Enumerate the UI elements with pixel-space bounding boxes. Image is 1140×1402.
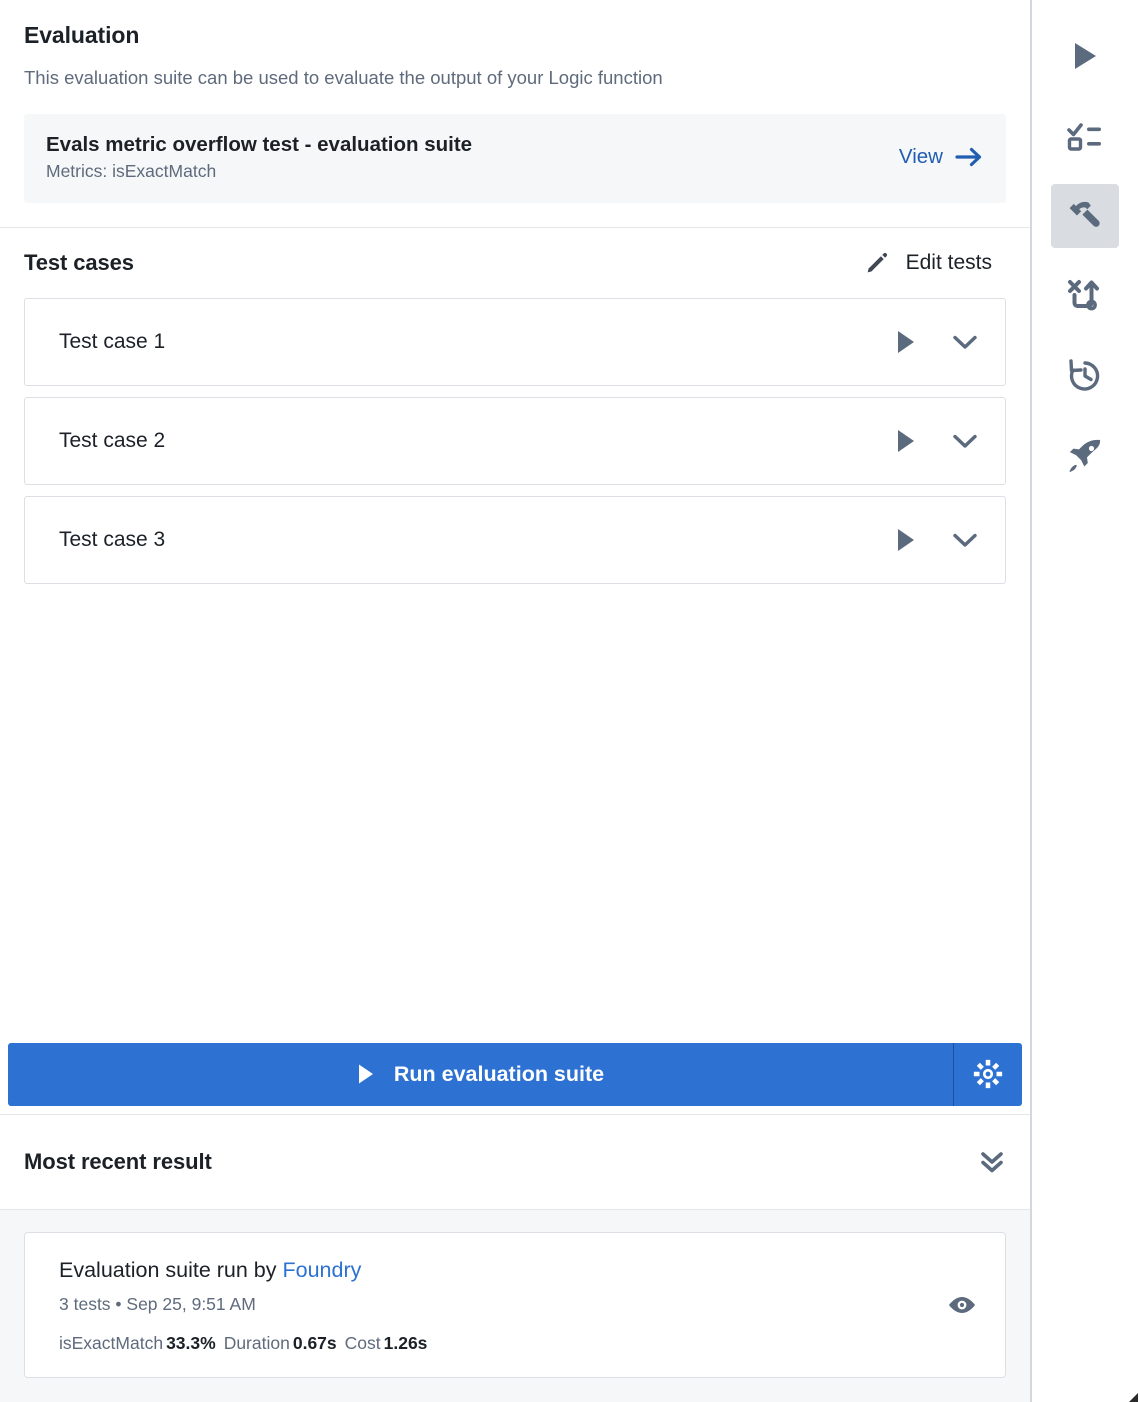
stat-label-duration: Duration [223,1332,290,1353]
test-cases-section: Test cases Edit tests Test case 1 Test c… [0,228,1030,1043]
stat-label-cost: Cost [344,1332,381,1353]
test-case-actions [895,428,979,454]
evaluation-panel-screen: Evaluation This evaluation suite can be … [0,0,1140,1402]
rocket-icon [1066,437,1104,475]
stat-value-duration: 0.67s [292,1332,337,1353]
stat-value-isexactmatch: 33.3% [166,1332,216,1353]
rail-item-variables[interactable] [1051,264,1119,328]
test-case-label: Test case 1 [59,329,166,353]
chevron-down-icon[interactable] [951,431,979,451]
test-cases-list: Test case 1 Test case 2 Test case 3 [24,297,1006,595]
hammer-icon [1066,197,1104,235]
test-cases-header: Test cases Edit tests [24,250,1006,276]
run-bar: Run evaluation suite [0,1042,1030,1115]
double-chevron-down-icon[interactable] [976,1147,1008,1177]
evaluation-section: Evaluation This evaluation suite can be … [0,0,1030,228]
edit-tests-label: Edit tests [905,250,992,274]
chevron-down-icon[interactable] [951,332,979,352]
view-suite-link[interactable]: View [881,144,984,170]
pencil-icon [864,250,890,276]
run-settings-button[interactable] [954,1042,1022,1106]
test-case-label: Test case 2 [59,428,166,452]
arrow-right-icon [954,144,984,170]
evaluation-suite-name: Evals metric overflow test - evaluation … [46,132,473,156]
test-case-actions [895,527,979,553]
most-recent-result-body: Evaluation suite run by Foundry 3 tests … [0,1209,1030,1402]
rail-item-run[interactable] [1051,24,1119,88]
play-icon[interactable] [895,527,917,553]
test-cases-empty-space [24,595,1006,1043]
right-tool-rail [1032,0,1138,1402]
run-evaluation-suite-button[interactable]: Run evaluation suite [8,1042,954,1106]
evaluation-suite-card: Evals metric overflow test - evaluation … [24,113,1006,203]
evaluation-run-card[interactable]: Evaluation suite run by Foundry 3 tests … [24,1231,1006,1378]
checklist-icon [1067,120,1103,152]
view-suite-label: View [898,145,943,169]
most-recent-result-header: Most recent result [0,1114,1030,1210]
evaluation-run-author-link[interactable]: Foundry [283,1258,362,1282]
rail-item-tests[interactable] [1051,104,1119,168]
evaluation-run-title: Evaluation suite run by Foundry [59,1255,435,1285]
run-evaluation-suite-label: Run evaluation suite [393,1061,605,1086]
play-icon[interactable] [895,329,917,355]
evaluation-description: This evaluation suite can be used to eva… [24,66,663,88]
page-title: Evaluation [24,22,140,48]
rail-item-history[interactable] [1051,344,1119,408]
stat-value-cost: 1.26s [383,1332,428,1353]
eye-icon[interactable] [925,1292,979,1318]
edit-tests-button[interactable]: Edit tests [864,250,992,276]
play-icon[interactable] [895,428,917,454]
evaluation-suite-metrics: Metrics: isExactMatch [46,161,217,182]
evaluation-run-info: Evaluation suite run by Foundry 3 tests … [59,1255,435,1355]
history-icon [1067,358,1103,394]
test-case-label: Test case 3 [59,527,166,551]
stat-label-isexactmatch: isExactMatch [59,1332,164,1353]
main-panel: Evaluation This evaluation suite can be … [0,0,1032,1402]
test-case-row[interactable]: Test case 1 [24,297,1006,386]
play-icon [1070,40,1100,72]
chevron-down-icon[interactable] [951,530,979,550]
evaluation-run-stats: isExactMatch 33.3% Duration 0.67s Cost 1.26s [59,1331,435,1356]
strategy-icon [1067,278,1103,314]
most-recent-result-title: Most recent result [24,1148,212,1174]
rail-item-build[interactable] [1051,184,1119,248]
test-cases-title: Test cases [24,249,134,275]
evaluation-suite-info: Evals metric overflow test - evaluation … [46,131,472,184]
test-case-row[interactable]: Test case 2 [24,396,1006,485]
evaluation-run-title-prefix: Evaluation suite run by [59,1257,283,1282]
play-icon [357,1063,375,1085]
rail-item-publish[interactable] [1051,424,1119,488]
test-case-row[interactable]: Test case 3 [24,495,1006,584]
evaluation-run-meta: 3 tests • Sep 25, 9:51 AM [59,1294,256,1314]
gear-icon [972,1058,1004,1090]
test-case-actions [895,329,979,355]
